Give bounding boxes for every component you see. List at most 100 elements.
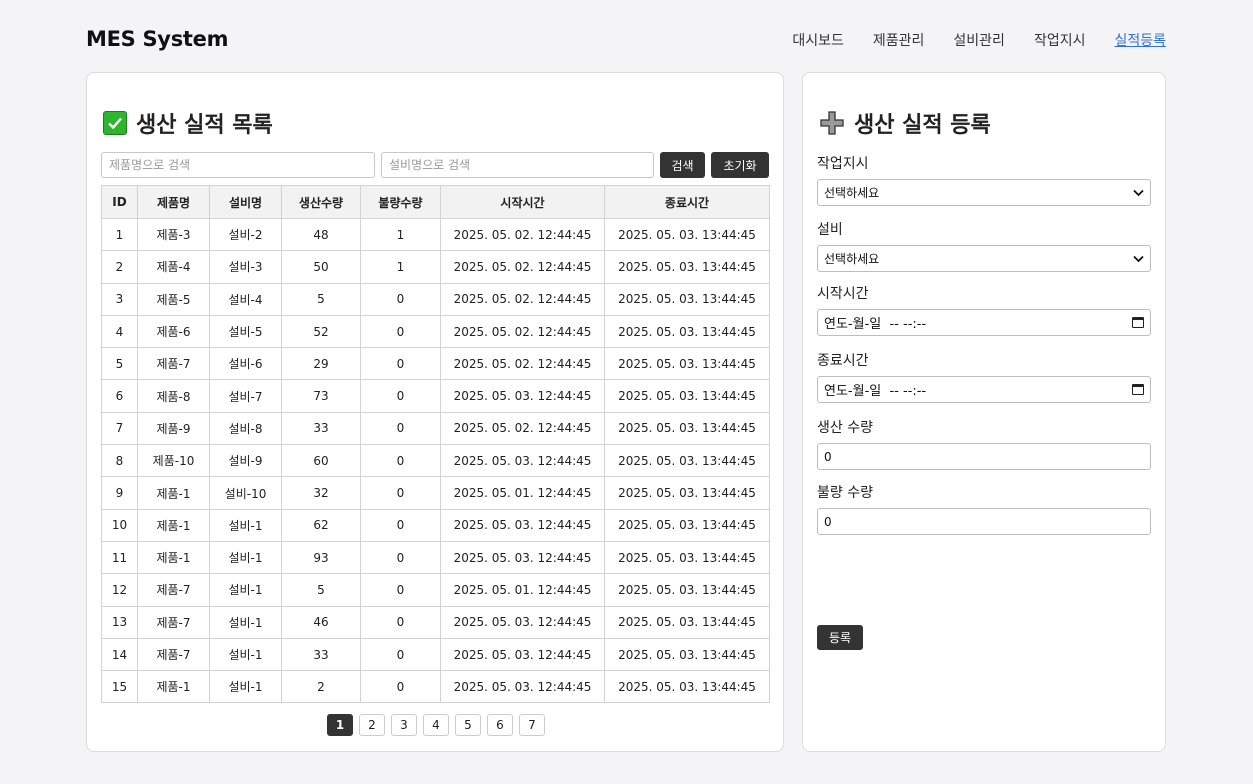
page-button[interactable]: 5 [455, 714, 481, 736]
equipment-select[interactable]: 선택하세요 [817, 245, 1151, 272]
table-cell: 4 [101, 314, 138, 349]
table-row[interactable]: 11 제품-1 설비-1 93 0 2025. 05. 03. 12:44:45 2025.… [101, 540, 770, 575]
table-row[interactable]: 9 제품-1 설비-10 32 0 2025. 05. 01. 12:44:45 2025.… [101, 476, 770, 510]
table-cell: 62 [281, 508, 361, 542]
end-time-input[interactable]: 연도-월-일 -- --:-- [817, 376, 1151, 403]
start-time-input[interactable]: 연도-월-일 -- --:-- [817, 309, 1151, 336]
quantity-input[interactable]: 0 [817, 443, 1151, 470]
calendar-icon[interactable] [1132, 384, 1144, 395]
table-cell: 2025. 05. 03. 13:44:45 [604, 347, 770, 381]
nav-link-4[interactable]: 작업지시 [1034, 30, 1086, 50]
list-title-text: 생산 실적 목록 [136, 113, 273, 138]
table-cell: 52 [281, 314, 361, 349]
table-cell: 0 [360, 508, 441, 542]
equipment-value: 선택하세요 [824, 252, 880, 266]
table-cell: 설비-6 [209, 347, 282, 381]
list-section-title: 생산 실적 목록 [103, 107, 273, 139]
table-cell: 제품-1 [137, 540, 210, 575]
end-time-value: 연도-월-일 -- --:-- [824, 384, 927, 399]
main-nav: 대시보드 제품관리 설비관리 작업지시 실적등록 [792, 30, 1166, 50]
table-cell: 0 [360, 411, 441, 446]
table-cell: 설비-8 [209, 411, 282, 446]
work-order-select[interactable]: 선택하세요 [817, 179, 1151, 206]
page-button[interactable]: 7 [519, 714, 545, 736]
table-cell: 설비-5 [209, 314, 282, 349]
table-row[interactable]: 7 제품-9 설비-8 33 0 2025. 05. 02. 12:44:45 2025. … [101, 411, 770, 446]
table-cell: 설비-1 [209, 573, 282, 607]
table-cell: 60 [281, 444, 361, 478]
table-cell: 33 [281, 411, 361, 446]
table-row[interactable]: 15 제품-1 설비-1 2 0 2025. 05. 03. 12:44:45 2025. … [101, 670, 770, 704]
app-logo[interactable]: MES System [86, 27, 228, 51]
table-cell: 0 [360, 605, 441, 639]
defect-input[interactable]: 0 [817, 508, 1151, 535]
table-row[interactable]: 14 제품-7 설비-1 33 0 2025. 05. 03. 12:44:45 2025.… [101, 637, 770, 672]
table-row[interactable]: 12 제품-7 설비-1 5 0 2025. 05. 01. 12:44:45 2025. … [101, 573, 770, 607]
nav-link-1[interactable]: 대시보드 [792, 30, 844, 50]
defect-value: 0 [824, 514, 832, 529]
table-cell: 2025. 05. 02. 12:44:45 [440, 314, 605, 349]
table-cell: 29 [281, 347, 361, 381]
table-cell: 32 [281, 476, 361, 510]
page-button[interactable]: 2 [359, 714, 385, 736]
table-cell: 제품-1 [137, 476, 210, 510]
column-header: 생산수량 [281, 185, 361, 219]
table-cell: 2025. 05. 02. 12:44:45 [440, 347, 605, 381]
table-row[interactable]: 13 제품-7 설비-1 46 0 2025. 05. 03. 12:44:45 2025.… [101, 605, 770, 639]
table-cell: 8 [101, 444, 138, 478]
table-cell: 2025. 05. 03. 13:44:45 [604, 250, 770, 284]
table-row[interactable]: 10 제품-1 설비-1 62 0 2025. 05. 03. 12:44:45 2025.… [101, 508, 770, 542]
table-cell: 2025. 05. 02. 12:44:45 [440, 250, 605, 284]
table-cell: 73 [281, 379, 361, 413]
table-cell: 설비-1 [209, 670, 282, 704]
table-cell: 설비-3 [209, 250, 282, 284]
nav-link-5[interactable]: 실적등록 [1114, 30, 1166, 50]
nav-link-2[interactable]: 제품관리 [873, 30, 925, 50]
start-time-label: 시작시간 [817, 286, 869, 302]
table-header-row: ID 제품명 설비명 생산수량 불량수량 시작시간 종료시간 [101, 185, 770, 219]
equipment-search-input[interactable] [381, 152, 654, 178]
quantity-label: 생산 수량 [817, 420, 873, 436]
table-cell: 2025. 05. 03. 13:44:45 [604, 282, 770, 316]
table-cell: 3 [101, 282, 138, 316]
table-cell: 33 [281, 637, 361, 672]
search-button[interactable]: 검색 [660, 152, 705, 178]
table-cell: 2025. 05. 03. 12:44:45 [440, 508, 605, 542]
table-row[interactable]: 3 제품-5 설비-4 5 0 2025. 05. 02. 12:44:45 2025. 0… [101, 282, 770, 316]
table-cell: 2025. 05. 02. 12:44:45 [440, 282, 605, 316]
table-cell: 제품-10 [137, 444, 210, 478]
column-header: 제품명 [137, 185, 210, 219]
table-row[interactable]: 6 제품-8 설비-7 73 0 2025. 05. 03. 12:44:45 2025. … [101, 379, 770, 413]
table-cell: 0 [360, 444, 441, 478]
table-cell: 93 [281, 540, 361, 575]
table-cell: 0 [360, 573, 441, 607]
table-cell: 1 [101, 217, 138, 252]
table-row[interactable]: 2 제품-4 설비-3 50 1 2025. 05. 02. 12:44:45 2025. … [101, 250, 770, 284]
table-cell: 2025. 05. 03. 13:44:45 [604, 637, 770, 672]
table-row[interactable]: 1 제품-3 설비-2 48 1 2025. 05. 02. 12:44:45 2025. … [101, 217, 770, 252]
table-cell: 2025. 05. 03. 12:44:45 [440, 670, 605, 704]
table-row[interactable]: 5 제품-7 설비-6 29 0 2025. 05. 02. 12:44:45 2025. … [101, 347, 770, 381]
page-button[interactable]: 3 [391, 714, 417, 736]
table-cell: 48 [281, 217, 361, 252]
table-cell: 5 [281, 282, 361, 316]
page-button[interactable]: 4 [423, 714, 449, 736]
submit-button[interactable]: 등록 [817, 625, 863, 650]
table-cell: 제품-9 [137, 411, 210, 446]
work-order-value: 선택하세요 [824, 186, 880, 200]
page-button[interactable]: 1 [327, 714, 353, 736]
table-cell: 5 [101, 347, 138, 381]
table-cell: 제품-7 [137, 637, 210, 672]
product-search-input[interactable] [101, 152, 375, 178]
nav-link-3[interactable]: 설비관리 [953, 30, 1005, 50]
table-cell: 설비-9 [209, 444, 282, 478]
table-cell: 2025. 05. 02. 12:44:45 [440, 217, 605, 252]
table-cell: 설비-1 [209, 508, 282, 542]
page-button[interactable]: 6 [487, 714, 513, 736]
table-row[interactable]: 8 제품-10 설비-9 60 0 2025. 05. 03. 12:44:45 2025.… [101, 444, 770, 478]
table-row[interactable]: 4 제품-6 설비-5 52 0 2025. 05. 02. 12:44:45 2025. … [101, 314, 770, 349]
reset-button[interactable]: 초기화 [711, 152, 769, 178]
table-cell: 2025. 05. 03. 13:44:45 [604, 573, 770, 607]
calendar-icon[interactable] [1132, 317, 1144, 328]
table-cell: 2025. 05. 03. 13:44:45 [604, 605, 770, 639]
